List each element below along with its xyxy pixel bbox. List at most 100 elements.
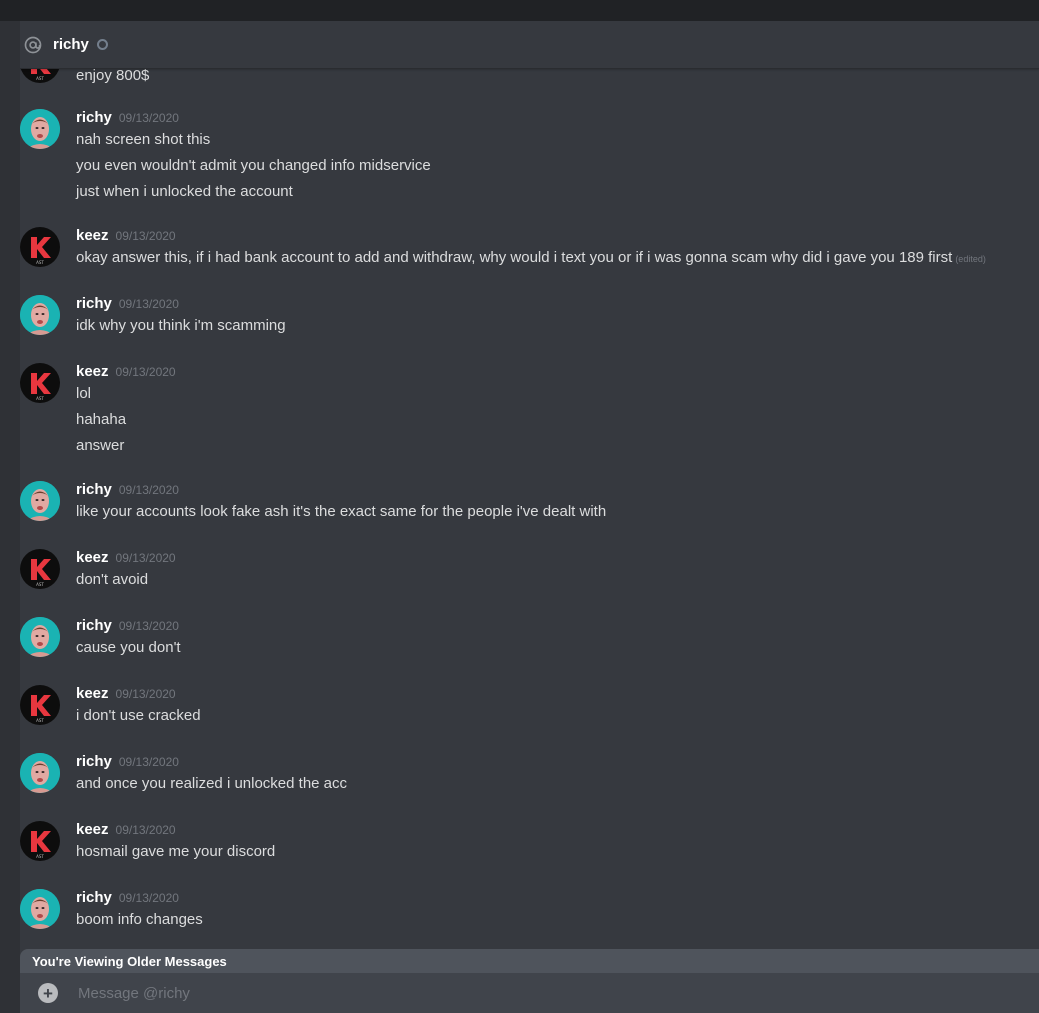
keez-logo-subtext: AST <box>36 582 44 587</box>
message-text: you even wouldn't admit you changed info… <box>76 157 431 174</box>
message-text: like your accounts look fake ash it's th… <box>76 503 606 520</box>
keez-logo-icon: AST <box>31 69 51 81</box>
keez-logo-subtext: AST <box>36 396 44 401</box>
message-timestamp: 09/13/2020 <box>118 483 179 497</box>
avatar-richy[interactable] <box>20 889 60 929</box>
message-author[interactable]: richy <box>76 481 112 498</box>
message-author[interactable]: keez <box>76 227 109 244</box>
keez-logo-icon: AST <box>31 695 51 723</box>
message-header: keez 09/13/2020 <box>76 685 176 703</box>
message-header: keez 09/13/2020 <box>76 549 176 567</box>
avatar-richy[interactable] <box>20 617 60 657</box>
message-text: okay answer this, if i had bank account … <box>76 249 986 266</box>
avatar-keez[interactable]: AST <box>20 821 60 861</box>
plus-circle-icon[interactable]: + <box>38 983 58 1003</box>
message-author[interactable]: richy <box>76 753 112 770</box>
keez-logo-icon: AST <box>31 373 51 401</box>
avatar-keez[interactable]: AST <box>20 549 60 589</box>
older-messages-bar[interactable]: You're Viewing Older Messages <box>20 949 1039 973</box>
message-content: hosmail gave me your discord <box>76 843 276 860</box>
message-author[interactable]: richy <box>76 295 112 312</box>
offline-status-icon <box>96 39 108 50</box>
message-author[interactable]: richy <box>76 109 112 126</box>
edited-label: (edited) <box>955 254 986 264</box>
avatar-richy[interactable] <box>20 109 60 149</box>
message-author[interactable]: keez <box>76 821 109 838</box>
message-header: keez 09/13/2020 <box>76 227 176 245</box>
message-text: cause you don't <box>76 639 181 656</box>
message-text: and once you realized i unlocked the acc <box>76 775 347 792</box>
dm-header: richy <box>20 21 1039 69</box>
message-input[interactable] <box>76 983 980 1003</box>
avatar-keez[interactable]: AST <box>20 363 60 403</box>
message-composer: + <box>20 973 1039 1013</box>
message-timestamp: 09/13/2020 <box>118 755 179 769</box>
message-header: richy 09/13/2020 <box>76 109 179 127</box>
message-text: enjoy 800$ <box>76 69 150 84</box>
message-header: keez 09/13/2020 <box>76 363 176 381</box>
message-text: lol <box>76 385 91 402</box>
message-text: nah screen shot this <box>76 131 210 148</box>
user-photo-icon <box>20 481 60 521</box>
message-text: hahaha <box>76 411 126 428</box>
avatar-keez[interactable]: AST <box>20 685 60 725</box>
message-content: nah screen shot this <box>76 131 211 148</box>
user-photo-icon <box>20 889 60 929</box>
message-timestamp: 09/13/2020 <box>118 619 179 633</box>
message-text: just when i unlocked the account <box>76 183 293 200</box>
at-icon <box>22 34 44 56</box>
message-header: richy 09/13/2020 <box>76 481 179 499</box>
message-header: keez 09/13/2020 <box>76 821 176 839</box>
message-text: don't avoid <box>76 571 148 588</box>
message-timestamp: 09/13/2020 <box>115 551 176 565</box>
user-photo-icon <box>20 617 60 657</box>
user-photo-icon <box>20 295 60 335</box>
message-content: okay answer this, if i had bank account … <box>76 249 953 266</box>
message-timestamp: 09/13/2020 <box>115 687 176 701</box>
avatar-richy[interactable] <box>20 295 60 335</box>
user-photo-icon <box>20 753 60 793</box>
message-content: like your accounts look fake ash it's th… <box>76 503 607 520</box>
message-content: idk why you think i'm scamming <box>76 317 286 334</box>
server-sidebar-edge <box>0 21 20 1013</box>
message-timestamp: 09/13/2020 <box>115 365 176 379</box>
message-content: i don't use cracked <box>76 707 201 724</box>
avatar-richy[interactable] <box>20 753 60 793</box>
message-text: i don't use cracked <box>76 707 201 724</box>
message-timestamp: 09/13/2020 <box>118 297 179 311</box>
keez-logo-icon: AST <box>31 831 51 859</box>
message-author[interactable]: keez <box>76 363 109 380</box>
message-timestamp: 09/13/2020 <box>118 111 179 125</box>
dm-recipient-name[interactable]: richy <box>53 36 89 53</box>
keez-logo-icon: AST <box>31 237 51 265</box>
message-text: idk why you think i'm scamming <box>76 317 286 334</box>
message-text: boom info changes <box>76 911 203 928</box>
keez-logo-subtext: AST <box>36 854 44 859</box>
message-text: answer <box>76 437 124 454</box>
window-top-bar <box>0 0 1039 21</box>
message-content: lol <box>76 385 92 402</box>
message-header: richy 09/13/2020 <box>76 617 179 635</box>
keez-logo-icon: AST <box>31 559 51 587</box>
message-timestamp: 09/13/2020 <box>115 229 176 243</box>
avatar-keez[interactable]: AST <box>20 227 60 267</box>
keez-logo-subtext: AST <box>36 260 44 265</box>
avatar-richy[interactable] <box>20 481 60 521</box>
message-author[interactable]: keez <box>76 549 109 566</box>
message-header: richy 09/13/2020 <box>76 889 179 907</box>
message-timestamp: 09/13/2020 <box>118 891 179 905</box>
keez-logo-subtext: AST <box>36 718 44 723</box>
keez-logo-subtext: AST <box>36 76 44 81</box>
message-header: richy 09/13/2020 <box>76 753 179 771</box>
user-photo-icon <box>20 109 60 149</box>
message-header: richy 09/13/2020 <box>76 295 179 313</box>
message-author[interactable]: keez <box>76 685 109 702</box>
message-list[interactable]: AST enjoy 800$ richy 09/13/2020 nah screen s… <box>20 69 1039 949</box>
message-author[interactable]: richy <box>76 889 112 906</box>
message-content: hahaha <box>76 411 127 428</box>
message-content: boom info changes <box>76 911 203 928</box>
avatar-keez[interactable]: AST <box>20 69 60 83</box>
message-timestamp: 09/13/2020 <box>115 823 176 837</box>
message-author[interactable]: richy <box>76 617 112 634</box>
message-content: you even wouldn't admit you changed info… <box>76 157 431 174</box>
